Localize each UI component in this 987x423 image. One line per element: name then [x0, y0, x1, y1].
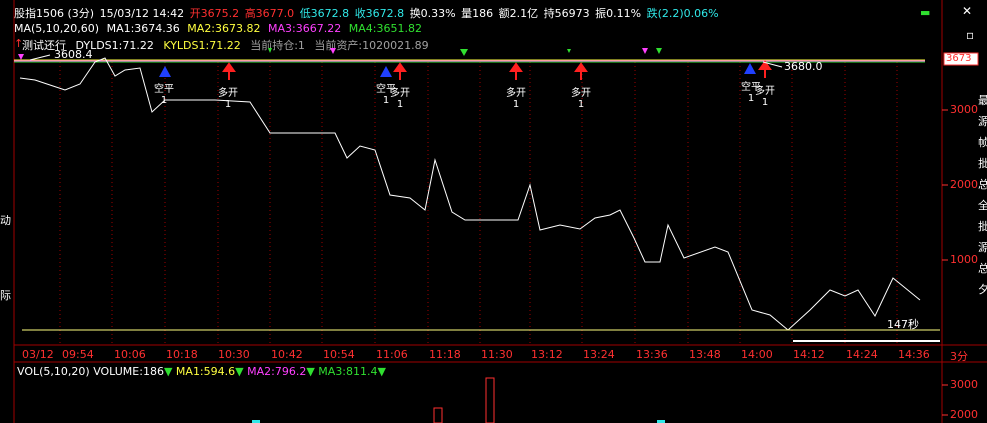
vol-y-tick: 3000	[950, 378, 978, 391]
x-tick: 10:42	[271, 348, 303, 361]
vol-value: VOLUME:186	[93, 365, 164, 378]
x-tick: 10:30	[218, 348, 250, 361]
signal-label: 多开 1	[755, 86, 775, 108]
x-axis-unit: 3分	[950, 350, 968, 363]
vol-ma1: MA1:594.6	[175, 365, 236, 378]
x-tick: 13:24	[583, 348, 615, 361]
signal-label: 多开 1	[218, 88, 238, 110]
x-tick: 13:36	[636, 348, 668, 361]
x-tick: 13:48	[689, 348, 721, 361]
y-tick: 2000	[950, 178, 978, 191]
vol-ma3: MA3:811.4	[318, 365, 378, 378]
x-tick: 11:06	[376, 348, 408, 361]
signal-label: 多开 1	[571, 88, 591, 110]
x-tick: 03/12	[22, 348, 54, 361]
right-price-label: 3680.0	[784, 60, 823, 73]
countdown-seconds: 147秒	[887, 318, 919, 331]
vol-y-tick: 2000	[950, 408, 978, 421]
signal-label: 多开 1	[390, 88, 410, 110]
x-tick: 10:18	[166, 348, 198, 361]
x-tick: 10:54	[323, 348, 355, 361]
x-tick: 14:12	[793, 348, 825, 361]
x-tick: 10:06	[114, 348, 146, 361]
x-tick: 14:36	[898, 348, 930, 361]
vol-label: VOL(5,10,20)	[17, 365, 90, 378]
y-tick: 1000	[950, 253, 978, 266]
signal-label: 空平 1	[154, 84, 174, 106]
side-panel-text: 最源帧 批总全 批源总 夕	[978, 94, 987, 296]
left-edge-char: 际	[0, 289, 11, 302]
vol-ma2: MA2:796.2	[247, 365, 307, 378]
left-price-label: 3608.4	[54, 48, 93, 61]
x-tick: 13:12	[531, 348, 563, 361]
x-tick: 14:24	[846, 348, 878, 361]
y-tick: 3000	[950, 103, 978, 116]
x-tick: 14:00	[741, 348, 773, 361]
signal-label: 多开 1	[506, 88, 526, 110]
x-tick: 11:30	[481, 348, 513, 361]
current-price-tag: 3673	[946, 53, 972, 64]
x-tick: 11:18	[429, 348, 461, 361]
x-tick: 09:54	[62, 348, 94, 361]
left-edge-char: 动	[0, 214, 11, 227]
volume-indicator-line: VOL(5,10,20) VOLUME:186▼ MA1:594.6▼ MA2:…	[17, 365, 386, 378]
